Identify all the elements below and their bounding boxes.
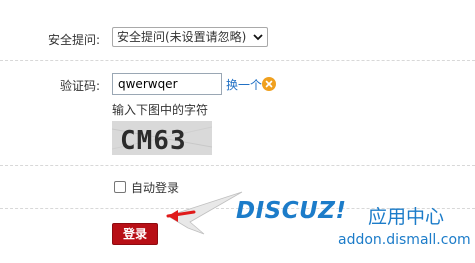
auto-login-checkbox[interactable] (114, 181, 126, 193)
watermark-url: addon.dismall.com (338, 232, 471, 248)
captcha-hint: 输入下图中的字符 (112, 103, 209, 117)
captcha-text: CM63 (120, 126, 187, 155)
arrow-icon (166, 191, 243, 235)
watermark-title: 应用中心 (368, 206, 445, 228)
watermark-logo: DISCUZ! (236, 198, 347, 224)
security-question-select[interactable]: 安全提问(未设置请忽略) (112, 27, 268, 47)
change-captcha-link[interactable]: 换一个 (226, 76, 262, 93)
captcha-label: 验证码: (59, 79, 100, 93)
chevron-down-icon (253, 34, 263, 41)
captcha-image[interactable]: CM63 (112, 121, 212, 155)
divider (0, 60, 475, 61)
security-question-label: 安全提问: (47, 33, 100, 47)
divider (0, 165, 475, 166)
captcha-input[interactable] (112, 73, 222, 95)
close-icon[interactable] (262, 77, 276, 91)
security-question-value: 安全提问(未设置请忽略) (117, 30, 247, 44)
login-button[interactable]: 登录 (112, 223, 158, 245)
